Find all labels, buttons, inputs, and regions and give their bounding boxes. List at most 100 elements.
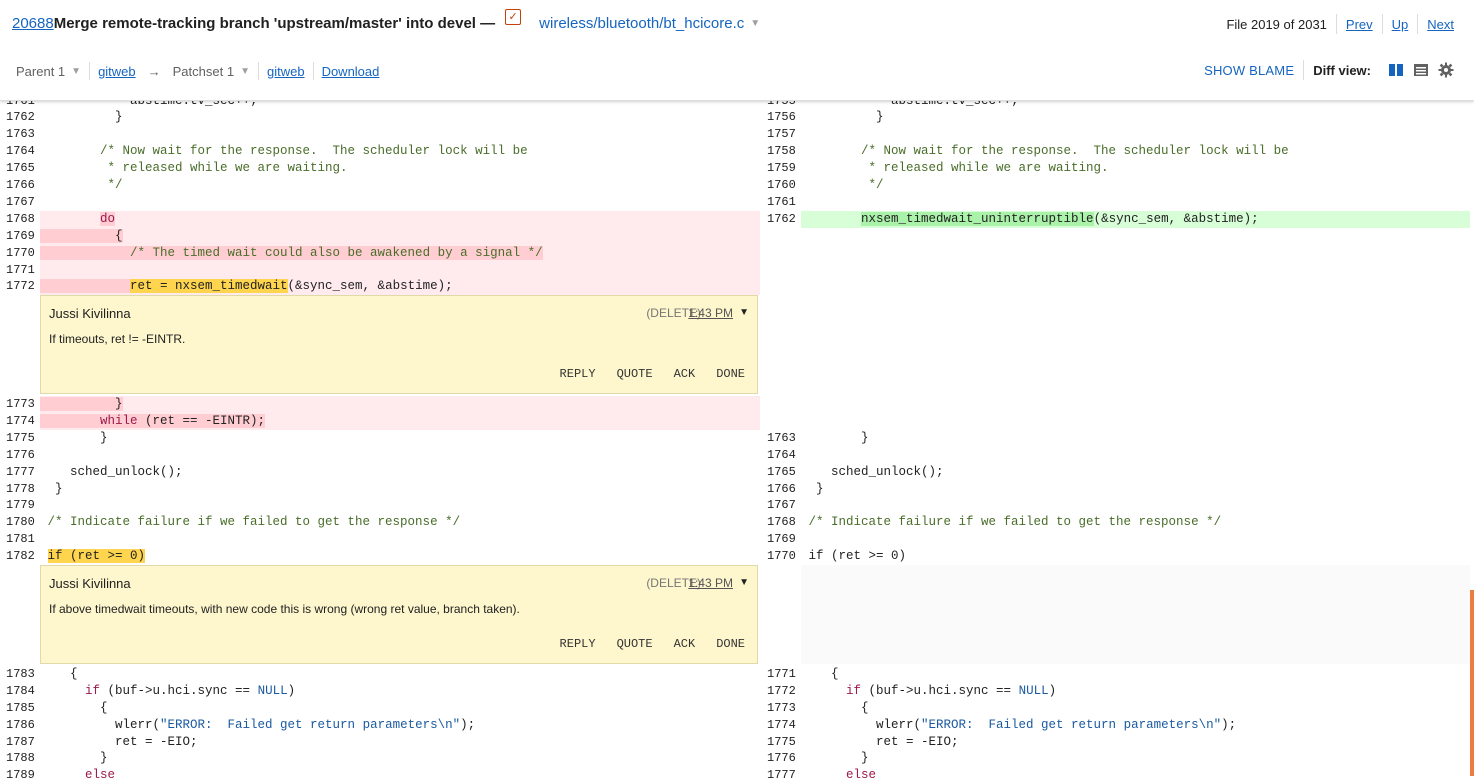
- code-right: ret = -EIO;: [801, 735, 959, 749]
- line-number-right[interactable]: 1769: [761, 531, 805, 548]
- diff-row-removed: 1769 {: [0, 228, 1474, 245]
- diff-row: 1778 } 1766 }: [0, 481, 1474, 498]
- line-number-right[interactable]: 1766: [761, 481, 805, 498]
- line-number-right[interactable]: 1774: [761, 717, 805, 734]
- download-link[interactable]: Download: [322, 64, 380, 79]
- line-number-left[interactable]: 1777: [0, 464, 44, 481]
- removed-comment: /* The timed wait could also be awakened…: [130, 246, 543, 260]
- change-number-link[interactable]: 20688: [12, 15, 54, 32]
- divider: [1381, 14, 1383, 34]
- comment-thread: Jussi Kivilinna (DELETE) 1:43 PM ▼ If ab…: [40, 565, 758, 664]
- ack-button[interactable]: ACK: [674, 367, 696, 381]
- comment-author: Jussi Kivilinna: [49, 306, 131, 321]
- diff-row: 1766 */ 1760 */: [0, 177, 1474, 194]
- line-number-right[interactable]: 1761: [761, 194, 805, 211]
- line-number-left[interactable]: 1769: [0, 228, 44, 245]
- line-number-left[interactable]: 1774: [0, 413, 44, 430]
- line-number-left[interactable]: 1766: [0, 177, 44, 194]
- line-number-left[interactable]: 1767: [0, 194, 44, 211]
- quote-button[interactable]: QUOTE: [617, 637, 653, 651]
- file-path[interactable]: wireless/bluetooth/bt_hcicore.c: [539, 15, 744, 32]
- chevron-down-icon[interactable]: ▼: [750, 18, 760, 29]
- line-number-left[interactable]: 1762: [0, 109, 44, 126]
- comment-author: Jussi Kivilinna: [49, 576, 131, 591]
- code-left-removed: do: [40, 211, 760, 228]
- parent-select[interactable]: Parent 1: [16, 64, 65, 79]
- chevron-down-icon[interactable]: ▼: [71, 66, 81, 77]
- line-number-right[interactable]: 1768: [761, 514, 805, 531]
- quote-button[interactable]: QUOTE: [617, 367, 653, 381]
- line-number-right[interactable]: 1773: [761, 700, 805, 717]
- next-link[interactable]: Next: [1427, 17, 1454, 32]
- commented-range[interactable]: ret = nxsem_timedwait: [130, 279, 288, 293]
- collapse-icon[interactable]: ▼: [739, 577, 749, 588]
- line-number-right[interactable]: 1775: [761, 734, 805, 751]
- ack-button[interactable]: ACK: [674, 637, 696, 651]
- done-button[interactable]: DONE: [716, 637, 745, 651]
- gitweb-link-patch[interactable]: gitweb: [267, 64, 305, 79]
- line-number-left[interactable]: 1784: [0, 683, 44, 700]
- scrollbar-marker[interactable]: [1470, 590, 1474, 776]
- line-number-left[interactable]: 1781: [0, 531, 44, 548]
- line-number-left[interactable]: 1765: [0, 160, 44, 177]
- line-number-left[interactable]: 1772: [0, 278, 44, 295]
- line-number-right[interactable]: 1765: [761, 464, 805, 481]
- line-number-right[interactable]: 1759: [761, 160, 805, 177]
- line-number-left[interactable]: 1773: [0, 396, 44, 413]
- gear-icon[interactable]: [1438, 62, 1454, 78]
- up-link[interactable]: Up: [1392, 17, 1409, 32]
- gitweb-link-base[interactable]: gitweb: [98, 64, 136, 79]
- diff-header: 20688 Merge remote-tracking branch 'upst…: [0, 0, 1474, 101]
- line-number-right[interactable]: 1757: [761, 126, 805, 143]
- line-number-left[interactable]: 1785: [0, 700, 44, 717]
- divider: [312, 62, 314, 80]
- diff-row-changed: 1768 do 1762 nxsem_timedwait_uninterrupt…: [0, 211, 1474, 228]
- comment-time-link[interactable]: 1:43 PM: [688, 306, 733, 320]
- divider: [1417, 14, 1419, 34]
- side-by-side-icon[interactable]: [1388, 62, 1404, 78]
- code-right: */: [801, 178, 884, 192]
- line-number-left[interactable]: 1782: [0, 548, 44, 565]
- show-blame-button[interactable]: SHOW BLAME: [1204, 63, 1294, 78]
- line-number-right[interactable]: 1756: [761, 109, 805, 126]
- line-number-right[interactable]: 1764: [761, 447, 805, 464]
- line-number-right[interactable]: 1763: [761, 430, 805, 447]
- line-number-left[interactable]: 1775: [0, 430, 44, 447]
- unified-view-icon[interactable]: [1413, 62, 1429, 78]
- line-number-right[interactable]: 1758: [761, 143, 805, 160]
- line-number-right[interactable]: 1771: [761, 666, 805, 683]
- reply-button[interactable]: REPLY: [560, 367, 596, 381]
- reviewed-checkbox[interactable]: ✓: [505, 9, 522, 25]
- code-right: }: [801, 482, 824, 496]
- reply-button[interactable]: REPLY: [560, 637, 596, 651]
- line-number-left[interactable]: 1763: [0, 126, 44, 143]
- chevron-down-icon[interactable]: ▼: [240, 66, 250, 77]
- line-number-left[interactable]: 1786: [0, 717, 44, 734]
- commented-range[interactable]: if (ret >= 0): [47, 549, 146, 563]
- collapse-icon[interactable]: ▼: [739, 307, 749, 318]
- line-number-left[interactable]: 1770: [0, 245, 44, 262]
- line-number-left[interactable]: 1776: [0, 447, 44, 464]
- code-right: /* Indicate failure if we failed to get …: [801, 515, 1222, 529]
- line-number-left[interactable]: 1787: [0, 734, 44, 751]
- line-number-left[interactable]: 1778: [0, 481, 44, 498]
- line-number-right[interactable]: 1762: [761, 211, 805, 228]
- prev-link[interactable]: Prev: [1346, 17, 1373, 32]
- code-left: }: [40, 751, 108, 765]
- line-number-left[interactable]: 1779: [0, 497, 44, 514]
- line-number-right[interactable]: 1770: [761, 548, 805, 565]
- done-button[interactable]: DONE: [716, 367, 745, 381]
- line-number-left[interactable]: 1764: [0, 143, 44, 160]
- line-number-left[interactable]: 1780: [0, 514, 44, 531]
- line-number-left[interactable]: 1783: [0, 666, 44, 683]
- file-navigation: File 2019 of 2031 Prev Up Next: [1226, 14, 1454, 34]
- line-number-left[interactable]: 1771: [0, 262, 44, 279]
- line-number-left[interactable]: 1788: [0, 750, 44, 767]
- patchset-select[interactable]: Patchset 1: [173, 64, 234, 79]
- comment-time-link[interactable]: 1:43 PM: [688, 576, 733, 590]
- line-number-right[interactable]: 1767: [761, 497, 805, 514]
- line-number-right[interactable]: 1772: [761, 683, 805, 700]
- line-number-right[interactable]: 1760: [761, 177, 805, 194]
- line-number-left[interactable]: 1768: [0, 211, 44, 228]
- line-number-right[interactable]: 1776: [761, 750, 805, 767]
